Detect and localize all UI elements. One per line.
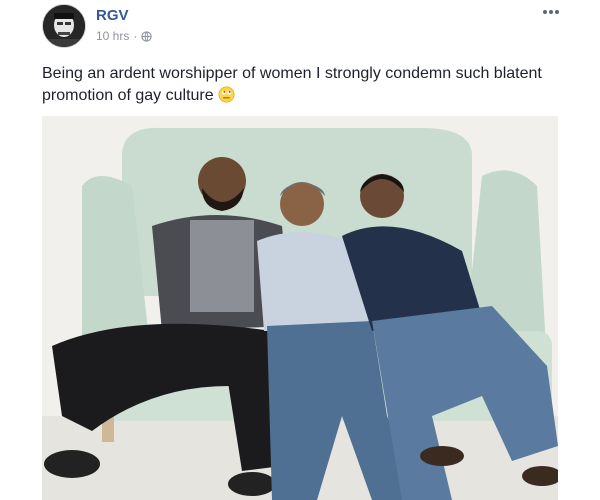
meta-separator: · [133, 29, 138, 43]
globe-icon[interactable] [141, 30, 153, 42]
timestamp-link[interactable]: 10 hrs [96, 29, 129, 43]
author-avatar[interactable] [42, 4, 86, 48]
more-options-icon [543, 10, 559, 14]
post-meta: 10 hrs · [96, 29, 153, 43]
post-caption: Being an ardent worshipper of women I st… [42, 63, 562, 107]
avatar-portrait-icon [43, 5, 85, 47]
more-options-button[interactable] [540, 4, 562, 20]
caption-text: Being an ardent worshipper of women I st… [42, 65, 542, 104]
rolling-eyes-emoji-icon [218, 86, 235, 103]
photo-three-men-on-sofa [42, 116, 558, 500]
author-name-link[interactable]: RGV [96, 7, 129, 24]
facebook-post: RGV 10 hrs · Being an ardent worshipper … [0, 0, 600, 500]
post-photo[interactable] [42, 116, 558, 500]
